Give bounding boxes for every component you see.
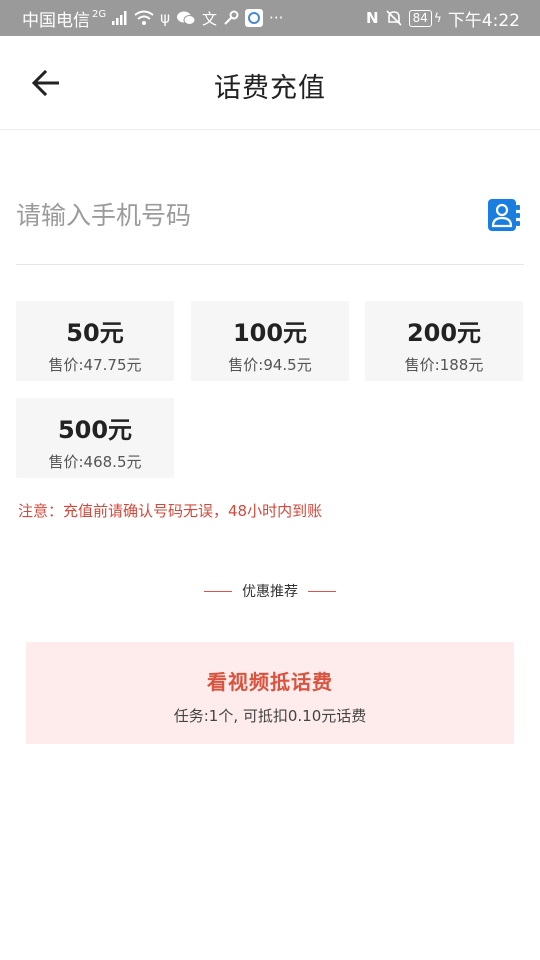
- amount-option-200[interactable]: 200元 售价:188元: [365, 301, 523, 381]
- wifi-icon: [134, 10, 154, 25]
- promo-subtitle: 任务:1个, 可抵扣0.10元话费: [173, 707, 367, 725]
- heading-divider-right: [308, 590, 336, 592]
- promo-section-heading: 优惠推荐: [0, 581, 540, 601]
- carrier-label: 中国电信: [22, 10, 90, 31]
- network-type: 2G: [92, 8, 107, 20]
- amount-face-value: 500元: [57, 416, 133, 444]
- promo-heading-label: 优惠推荐: [242, 584, 298, 600]
- amount-face-value: 50元: [66, 319, 124, 347]
- amount-sale-price: 售价:47.75元: [48, 356, 142, 374]
- heading-divider-left: [204, 590, 232, 592]
- usb-icon: ψ: [160, 9, 171, 27]
- status-bar: 中国电信 2G ψ 文 ··· N 84 ϟ 下午4:22: [0, 0, 540, 36]
- translate-icon: 文: [202, 9, 218, 28]
- watch-video-promo-card[interactable]: 看视频抵话费 任务:1个, 可抵扣0.10元话费: [26, 642, 514, 744]
- mute-icon: [386, 10, 402, 26]
- contacts-button[interactable]: [486, 197, 522, 233]
- amount-sale-price: 售价:188元: [404, 356, 484, 374]
- amount-face-value: 200元: [406, 319, 482, 347]
- browser-app-icon: [245, 9, 264, 27]
- status-bar-right: N 84 ϟ 下午4:22: [366, 0, 520, 36]
- nfc-icon: N: [366, 9, 379, 27]
- status-bar-left: 中国电信 2G ψ 文 ···: [22, 0, 283, 36]
- amount-sale-price: 售价:468.5元: [48, 453, 142, 471]
- battery-icon: 84: [408, 9, 432, 27]
- contacts-icon: [488, 199, 520, 231]
- wechat-icon: [177, 11, 196, 25]
- amount-sale-price: 售价:94.5元: [228, 356, 312, 374]
- amount-option-100[interactable]: 100元 售价:94.5元: [191, 301, 349, 381]
- nav-bar: 话费充值: [0, 36, 540, 130]
- amount-face-value: 100元: [232, 319, 308, 347]
- phone-number-input[interactable]: [16, 189, 456, 241]
- amount-option-500[interactable]: 500元 售价:468.5元: [16, 398, 174, 478]
- signal-icon: [112, 11, 127, 25]
- amount-option-50[interactable]: 50元 售价:47.75元: [16, 301, 174, 381]
- key-icon: [224, 10, 239, 25]
- page-title: 话费充值: [214, 73, 326, 104]
- phone-number-row: [16, 175, 524, 265]
- promo-title: 看视频抵话费: [207, 670, 333, 694]
- charging-icon: ϟ: [433, 11, 442, 25]
- clock: 下午4:22: [447, 10, 520, 31]
- recharge-notice: 注意：充值前请确认号码无误，48小时内到账: [18, 502, 323, 520]
- more-notifications-icon: ···: [269, 9, 284, 27]
